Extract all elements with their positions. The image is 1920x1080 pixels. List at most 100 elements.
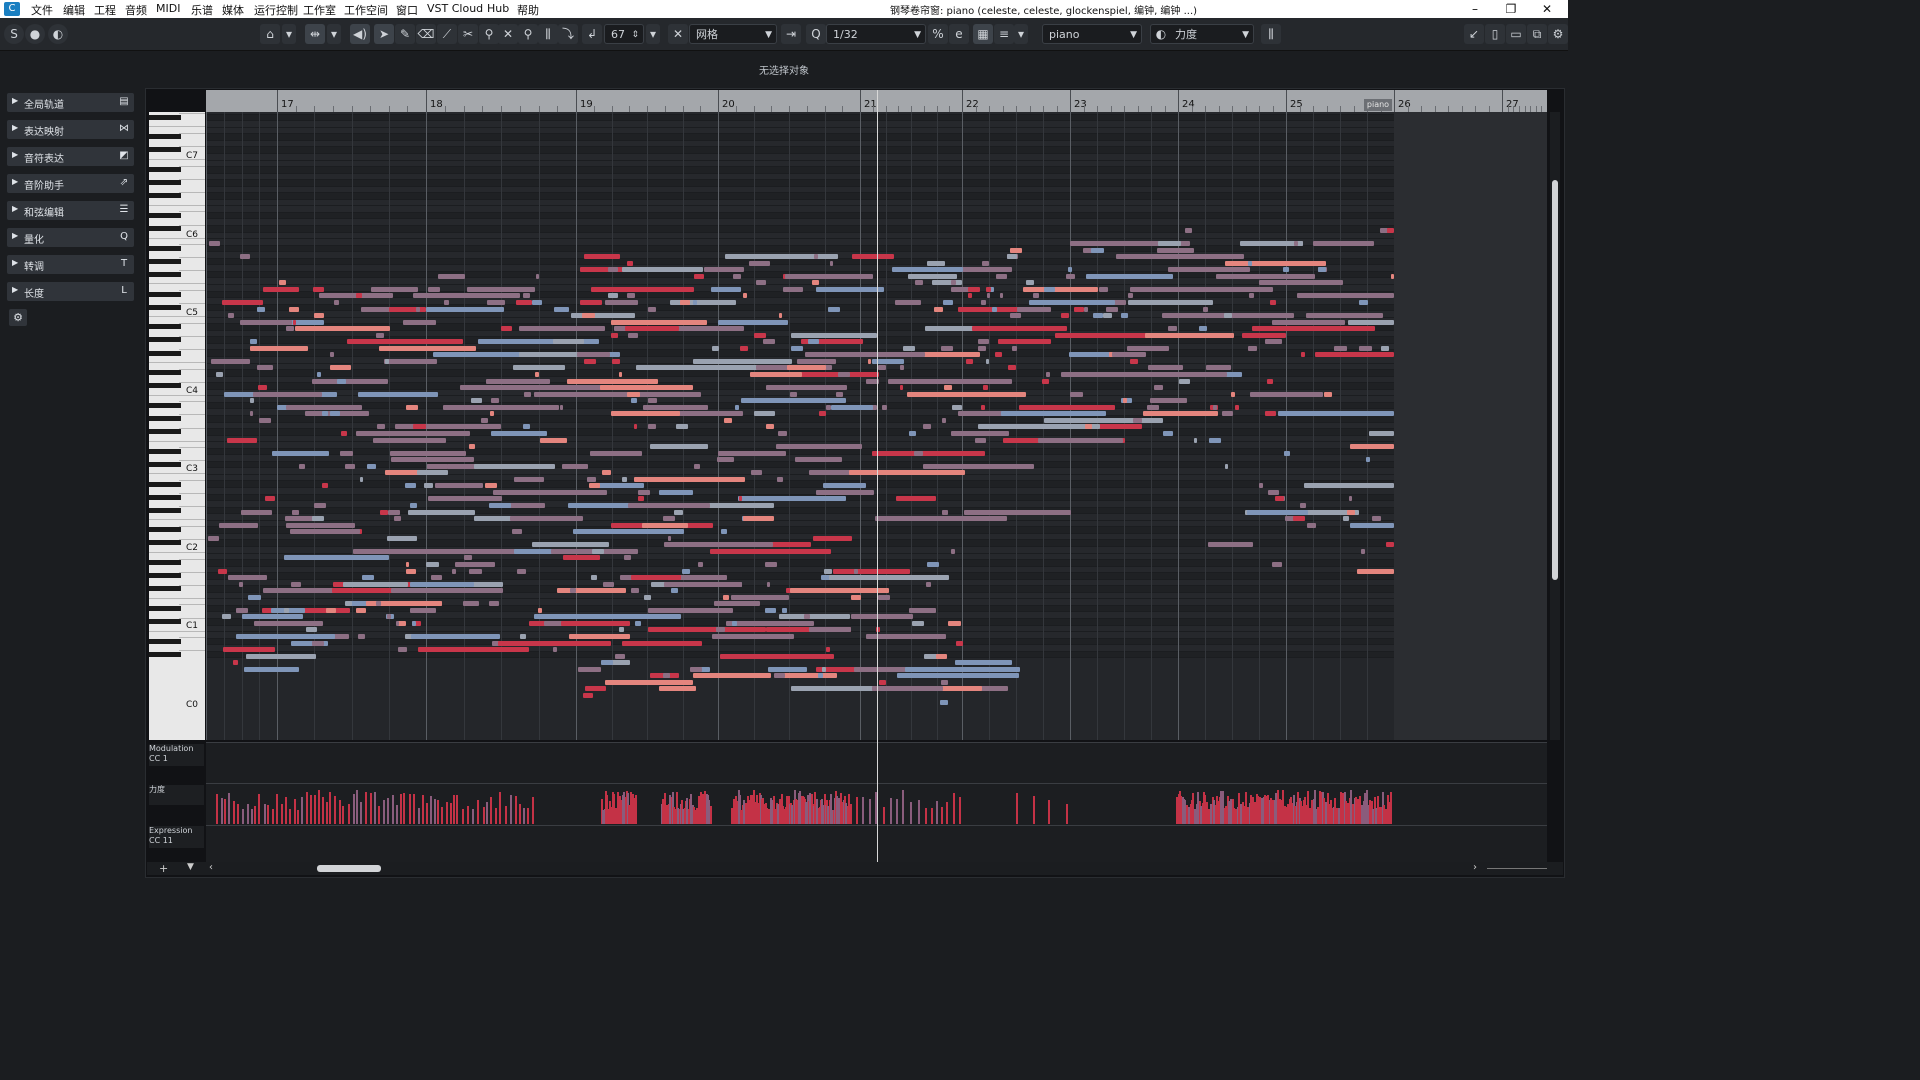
midi-note[interactable]: [1153, 385, 1164, 391]
inspector-section[interactable]: ▶ 量化 Q: [7, 228, 134, 247]
midi-note[interactable]: [469, 568, 482, 574]
midi-note[interactable]: [516, 299, 532, 305]
midi-note[interactable]: [583, 692, 593, 698]
midi-note[interactable]: [1272, 561, 1283, 567]
midi-note[interactable]: [715, 627, 726, 633]
midi-note[interactable]: [822, 666, 826, 672]
midi-note[interactable]: [773, 673, 785, 679]
midi-note[interactable]: [313, 503, 326, 508]
black-key[interactable]: [149, 180, 181, 186]
velocity-bar[interactable]: [227, 792, 230, 824]
midi-note[interactable]: [991, 306, 998, 312]
midi-note[interactable]: [624, 326, 679, 332]
velocity-bar[interactable]: [471, 808, 474, 824]
midi-note[interactable]: [316, 372, 321, 377]
velocity-bar[interactable]: [429, 795, 432, 824]
scroll-right-icon[interactable]: ›: [1473, 862, 1477, 873]
velocity-bar[interactable]: [482, 807, 485, 824]
midi-note[interactable]: [384, 358, 390, 364]
midi-note[interactable]: [389, 450, 466, 456]
velocity-bar[interactable]: [236, 804, 239, 824]
midi-note[interactable]: [1306, 522, 1316, 528]
midi-note[interactable]: [1130, 358, 1138, 364]
midi-note[interactable]: [1167, 326, 1177, 332]
velocity-bar[interactable]: [526, 808, 529, 824]
midi-note[interactable]: [1248, 260, 1252, 266]
track-list-icon[interactable]: ≡: [994, 24, 1014, 44]
inspector-section[interactable]: ▶ 音符表达 ◩: [7, 147, 134, 166]
midi-note[interactable]: [693, 673, 771, 679]
midi-note[interactable]: [872, 686, 943, 692]
black-key[interactable]: [149, 212, 181, 218]
midi-note[interactable]: [667, 535, 672, 541]
midi-note[interactable]: [814, 444, 863, 450]
curve-tool-icon[interactable]: ⤵: [558, 24, 578, 44]
midi-note[interactable]: [1221, 411, 1233, 417]
midi-note[interactable]: [692, 358, 793, 364]
velocity-bar[interactable]: [306, 792, 309, 824]
midi-note[interactable]: [1274, 496, 1285, 502]
zoom-tool-icon[interactable]: ⚲: [518, 24, 538, 44]
midi-note[interactable]: [583, 254, 621, 260]
velocity-bar[interactable]: [408, 793, 411, 824]
midi-note[interactable]: [1267, 489, 1279, 495]
black-key[interactable]: [149, 448, 181, 454]
midi-note[interactable]: [716, 457, 734, 463]
velocity-bar[interactable]: [391, 794, 394, 824]
midi-note[interactable]: [817, 673, 824, 679]
midi-note[interactable]: [671, 588, 679, 594]
velocity-bar[interactable]: [284, 796, 287, 824]
menu-item[interactable]: 文件: [31, 2, 53, 18]
midi-note[interactable]: [289, 306, 299, 312]
midi-note[interactable]: [491, 430, 548, 436]
midi-note[interactable]: [413, 424, 426, 430]
midi-note[interactable]: [1358, 345, 1372, 351]
acoustic-feedback-icon[interactable]: ⇹: [305, 24, 325, 44]
midi-note[interactable]: [249, 345, 308, 351]
black-key[interactable]: [149, 245, 181, 251]
midi-note[interactable]: [359, 476, 363, 482]
midi-note[interactable]: [1025, 280, 1034, 286]
velocity-bar[interactable]: [289, 809, 292, 824]
midi-note[interactable]: [1007, 254, 1018, 260]
midi-note[interactable]: [741, 398, 847, 404]
midi-note[interactable]: [1156, 247, 1195, 253]
midi-note[interactable]: [778, 313, 783, 319]
midi-note[interactable]: [1061, 313, 1070, 319]
velocity-bar[interactable]: [293, 798, 296, 824]
black-key[interactable]: [149, 350, 181, 356]
midi-note[interactable]: [748, 260, 770, 266]
midi-note[interactable]: [978, 345, 987, 351]
inspector-section[interactable]: ▶ 音阶助手 ⇗: [7, 174, 134, 193]
midi-note[interactable]: [589, 450, 642, 456]
midi-note[interactable]: [835, 391, 843, 397]
midi-note[interactable]: [362, 575, 374, 581]
midi-note[interactable]: [780, 673, 838, 679]
velocity-lane-label[interactable]: 力度: [149, 785, 204, 805]
midi-note[interactable]: [417, 647, 530, 653]
midi-note[interactable]: [611, 358, 620, 364]
midi-note[interactable]: [940, 699, 948, 705]
midi-note[interactable]: [601, 470, 611, 476]
midi-note[interactable]: [500, 326, 512, 332]
midi-note[interactable]: [732, 273, 741, 279]
midi-note[interactable]: [211, 358, 250, 364]
velocity-bar[interactable]: [1016, 793, 1018, 824]
snap-icon[interactable]: ✕: [668, 24, 688, 44]
midi-note[interactable]: [808, 339, 819, 345]
midi-note[interactable]: [1083, 306, 1089, 312]
midi-note[interactable]: [1292, 516, 1305, 522]
midi-note[interactable]: [689, 666, 703, 672]
monitor-icon[interactable]: ◐: [48, 24, 68, 44]
midi-note[interactable]: [283, 555, 390, 561]
midi-note[interactable]: [956, 640, 963, 646]
midi-note[interactable]: [904, 666, 1020, 672]
midi-note[interactable]: [679, 299, 691, 305]
velocity-bar[interactable]: [417, 808, 420, 824]
midi-note[interactable]: [236, 607, 249, 613]
midi-note[interactable]: [427, 463, 448, 469]
midi-note[interactable]: [926, 260, 945, 266]
midi-note[interactable]: [1089, 241, 1099, 246]
midi-note[interactable]: [489, 411, 494, 417]
midi-note[interactable]: [1213, 404, 1217, 410]
